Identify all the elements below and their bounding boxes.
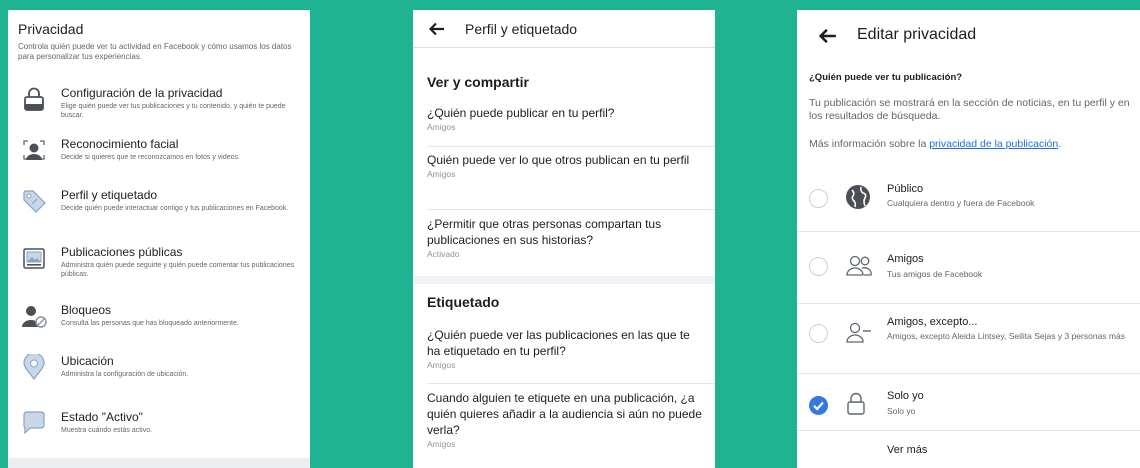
back-arrow-icon[interactable] <box>429 21 445 37</box>
menu-item-description: Muestra cuándo estás activo. <box>61 427 153 434</box>
see-more-button[interactable]: Ver más <box>887 444 927 456</box>
setting-value: Amigos <box>427 122 456 132</box>
profile-tagging-panel: Perfil y etiquetado Ver y compartir ¿Qui… <box>413 10 715 468</box>
divider <box>427 146 715 147</box>
menu-item-label: Estado "Activo" <box>61 410 143 424</box>
more-info-text: Más información sobre la privacidad de l… <box>809 138 1061 150</box>
radio-button[interactable] <box>809 189 828 208</box>
option-public[interactable]: Público Cualquiera dentro y fuera de Fac… <box>797 176 1140 231</box>
option-friends[interactable]: Amigos Tus amigos de Facebook <box>797 232 1140 302</box>
header-bar: Perfil y etiquetado <box>413 10 715 48</box>
audience-info: Tu publicación se mostrará en la sección… <box>809 97 1130 122</box>
menu-item-label: Reconocimiento facial <box>61 137 179 151</box>
setting-who-can-see-others-posts[interactable]: Quién puede ver lo que otros publican en… <box>427 152 702 180</box>
setting-question: ¿Permitir que otras personas compartan t… <box>427 217 662 247</box>
menu-item-description: Decide si quieres que te reconozcamos en… <box>61 154 240 161</box>
face-recognition-icon <box>23 140 45 160</box>
public-post-icon <box>23 248 45 269</box>
friends-except-icon <box>846 322 871 343</box>
edit-privacy-panel: Editar privacidad ¿Quién puede ver tu pu… <box>797 10 1140 468</box>
option-label: Público <box>887 183 924 195</box>
more-info-suffix: . <box>1058 138 1062 150</box>
setting-question: ¿Quién puede publicar en tu perfil? <box>427 106 615 120</box>
radio-button-selected[interactable] <box>809 396 828 415</box>
setting-tag-audience[interactable]: Cuando alguien te etiquete en una public… <box>427 390 702 450</box>
back-arrow-icon[interactable] <box>819 27 837 45</box>
menu-item-description: Administra quién puede seguirte y quién … <box>61 262 295 278</box>
option-label: Solo yo <box>887 390 924 402</box>
menu-item-profile-tagging[interactable]: Perfil y etiquetado Decide quién puede i… <box>8 188 310 236</box>
menu-item-public-posts[interactable]: Publicaciones públicas Administra quién … <box>8 245 310 293</box>
option-label: Amigos <box>887 253 924 265</box>
menu-item-description: Consulta las personas que has bloqueado … <box>61 320 239 327</box>
setting-who-can-post[interactable]: ¿Quién puede publicar en tu perfil? Amig… <box>427 105 702 133</box>
section-heading-view-share: Ver y compartir <box>427 74 529 90</box>
post-privacy-link[interactable]: privacidad de la publicación <box>929 138 1058 150</box>
option-description: Cualquiera dentro y fuera de Facebook <box>887 198 1035 208</box>
menu-item-label: Ubicación <box>61 354 114 368</box>
section-divider <box>413 276 715 284</box>
menu-item-label: Bloqueos <box>61 303 112 317</box>
page-title: Editar privacidad <box>857 26 977 43</box>
divider <box>8 458 310 468</box>
menu-item-face-recognition[interactable]: Reconocimiento facial Decide si quieres … <box>8 137 310 185</box>
setting-question: Quién puede ver lo que otros publican en… <box>427 153 690 167</box>
option-only-me[interactable]: Solo yo Solo yo <box>797 374 1140 429</box>
menu-item-label: Perfil y etiquetado <box>61 188 158 202</box>
radio-button[interactable] <box>809 257 828 276</box>
divider <box>427 383 715 384</box>
friends-icon <box>846 255 872 276</box>
more-info-prefix: Más información sobre la <box>809 138 930 150</box>
section-heading-tagging: Etiquetado <box>427 294 500 310</box>
checkmark-icon <box>813 401 824 411</box>
menu-item-description: Administra la configuración de ubicación… <box>61 371 189 378</box>
privacy-menu-panel: Privacidad Controla quién puede ver tu a… <box>8 10 310 468</box>
option-description: Amigos, excepto Aleida Lintsey, Seilita … <box>887 331 1125 341</box>
menu-item-blocking[interactable]: Bloqueos Consulta las personas que has b… <box>8 303 310 351</box>
setting-value: Amigos <box>427 169 456 179</box>
location-pin-icon <box>23 354 45 380</box>
option-description: Solo yo <box>887 406 916 416</box>
setting-question: ¿Quién puede ver las publicaciones en la… <box>427 328 690 358</box>
setting-value: Amigos <box>427 360 456 370</box>
audience-question: ¿Quién puede ver tu publicación? <box>809 72 963 83</box>
option-friends-except[interactable]: Amigos, excepto... Amigos, excepto Aleid… <box>797 304 1140 374</box>
divider <box>427 209 715 210</box>
chat-bubble-icon <box>23 411 45 435</box>
menu-item-description: Decide quién puede interactuar contigo y… <box>61 205 289 212</box>
lock-icon <box>847 392 865 415</box>
setting-story-sharing[interactable]: ¿Permitir que otras personas compartan t… <box>427 216 702 260</box>
radio-button[interactable] <box>809 324 828 343</box>
globe-icon <box>846 185 870 209</box>
menu-item-label: Publicaciones públicas <box>61 245 183 259</box>
setting-question: Cuando alguien te etiquete en una public… <box>427 391 702 437</box>
divider <box>797 430 1140 431</box>
setting-value: Amigos <box>427 439 456 449</box>
header-bar: Editar privacidad <box>797 10 1140 60</box>
page-title: Perfil y etiquetado <box>465 21 578 37</box>
lock-icon <box>24 87 44 111</box>
option-description: Tus amigos de Facebook <box>887 269 983 279</box>
setting-tagged-posts-visibility[interactable]: ¿Quién puede ver las publicaciones en la… <box>427 327 702 371</box>
page-description: Controla quién puede ver tu actividad en… <box>18 42 292 61</box>
menu-item-privacy-settings[interactable]: Configuración de la privacidad Elige qui… <box>8 86 310 134</box>
menu-item-description: Elige quién puede ver tus publicaciones … <box>61 103 286 119</box>
menu-item-active-status[interactable]: Estado "Activo" Muestra cuándo estás act… <box>8 410 310 458</box>
blocked-user-icon <box>22 306 47 328</box>
tag-icon <box>23 190 46 213</box>
option-label: Amigos, excepto... <box>887 316 978 328</box>
menu-item-location[interactable]: Ubicación Administra la configuración de… <box>8 354 310 402</box>
page-title: Privacidad <box>18 21 84 37</box>
menu-item-label: Configuración de la privacidad <box>61 86 223 100</box>
setting-value: Activado <box>427 249 460 259</box>
